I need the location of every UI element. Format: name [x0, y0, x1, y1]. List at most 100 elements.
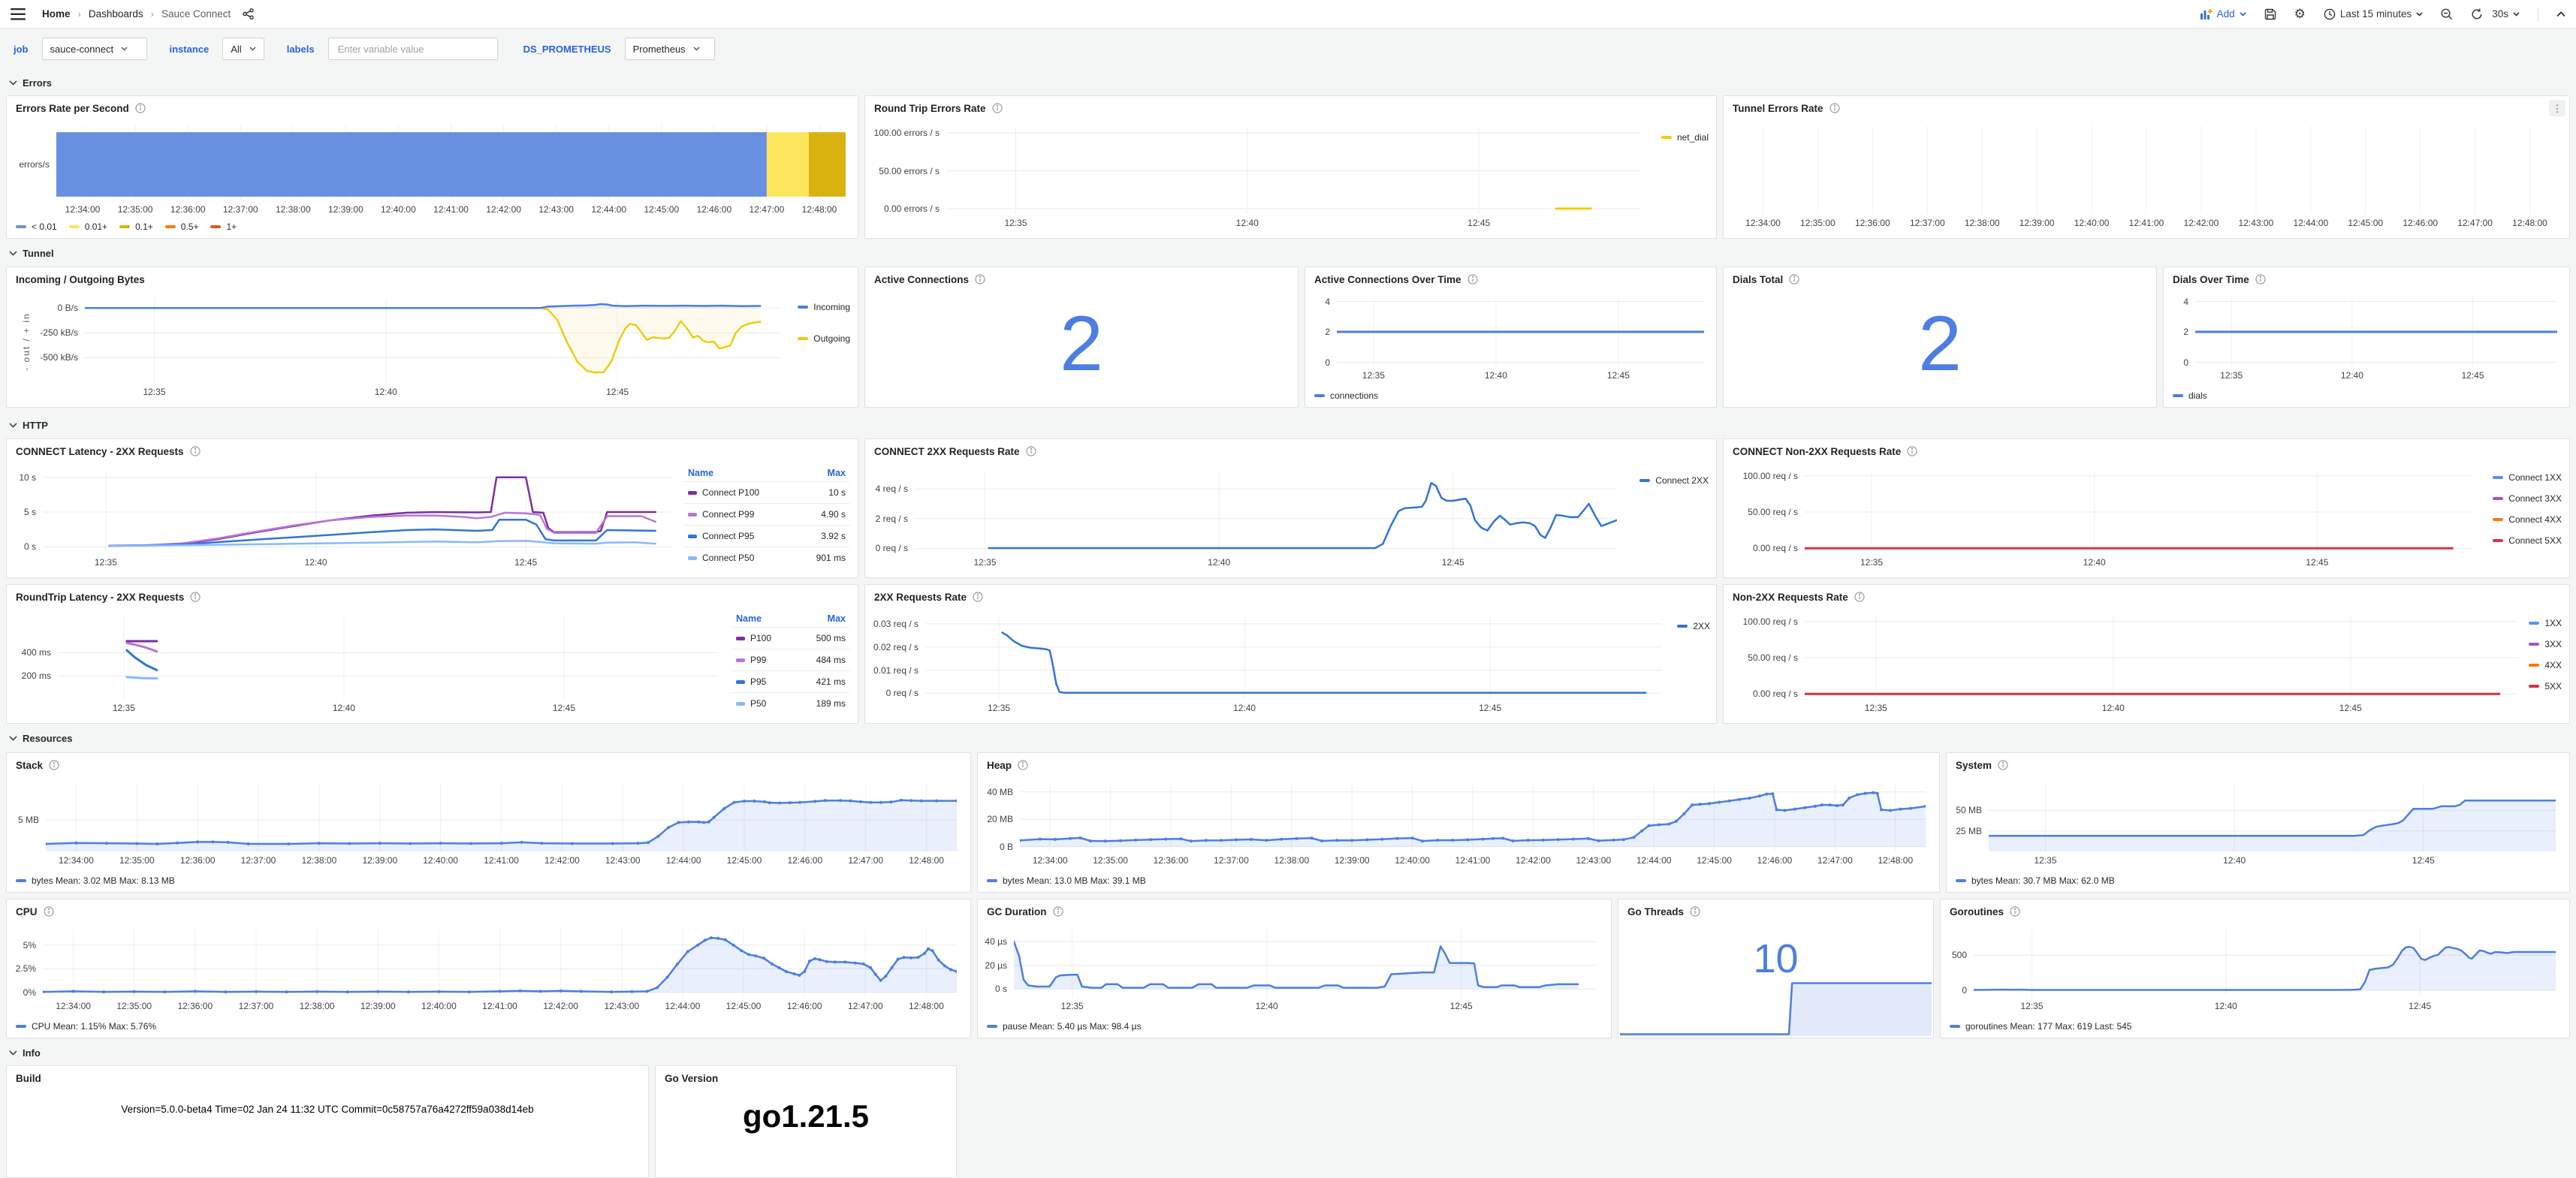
section-resources[interactable]: Resources — [9, 731, 72, 746]
legend-row[interactable]: Connect P994.90 s — [683, 504, 850, 526]
panel-title[interactable]: 2XX Requests Rate — [874, 592, 967, 603]
info-icon[interactable] — [973, 592, 983, 602]
add-button[interactable]: Add — [2200, 8, 2246, 20]
section-info[interactable]: Info — [9, 1045, 41, 1060]
legend-item[interactable]: 5XX — [2529, 681, 2562, 691]
share-icon[interactable] — [243, 8, 254, 20]
breadcrumb-dashboards[interactable]: Dashboards — [89, 8, 143, 20]
panel-title[interactable]: Stack — [16, 760, 43, 771]
legend-row[interactable]: Connect P10010 s — [683, 482, 850, 504]
legend-row[interactable]: P100500 ms — [731, 628, 850, 649]
legend-item[interactable]: Connect 1XX — [2493, 472, 2562, 483]
legend-item[interactable]: Connect 4XX — [2493, 514, 2562, 525]
breadcrumb-home[interactable]: Home — [42, 8, 71, 20]
legend-item[interactable]: connections — [1314, 390, 1378, 401]
chart-legend: bytes Mean: 13.0 MB Max: 39.1 MB — [987, 875, 1146, 886]
panel-title[interactable]: Dials Over Time — [2173, 274, 2249, 285]
legend-row[interactable]: Connect P50901 ms — [683, 547, 850, 569]
panel-menu-icon[interactable]: ⋮ — [2549, 100, 2565, 116]
legend-item[interactable]: 2XX — [1677, 621, 1710, 631]
legend-col-max[interactable]: Max — [795, 610, 850, 628]
legend-item[interactable]: Connect 5XX — [2493, 535, 2562, 546]
breadcrumb-separator: › — [78, 8, 81, 20]
section-tunnel[interactable]: Tunnel — [9, 246, 54, 261]
legend-item[interactable]: 1+ — [210, 221, 237, 232]
info-icon[interactable] — [1467, 274, 1478, 285]
legend-item[interactable]: < 0.01 — [16, 221, 57, 232]
legend-col-max[interactable]: Max — [796, 465, 850, 482]
var-instance-select[interactable]: All — [222, 38, 264, 60]
info-icon[interactable] — [992, 103, 1003, 113]
collapse-header-button[interactable] — [2556, 11, 2565, 17]
info-icon[interactable] — [1026, 446, 1036, 456]
save-dashboard-button[interactable] — [2264, 8, 2276, 20]
dashboard-settings-button[interactable]: ⚙ — [2294, 7, 2306, 22]
hamburger-menu-icon[interactable] — [11, 8, 26, 20]
legend-item[interactable]: 3XX — [2529, 639, 2562, 649]
zoom-out-button[interactable] — [2441, 8, 2453, 20]
legend-item[interactable]: 1XX — [2529, 618, 2562, 628]
panel-title[interactable]: CPU — [16, 906, 38, 917]
legend-item[interactable]: pause Mean: 5.40 µs Max: 98.4 µs — [987, 1021, 1142, 1032]
legend-row[interactable]: Connect P953.92 s — [683, 526, 850, 547]
add-panel-icon — [2200, 9, 2213, 20]
section-errors[interactable]: Errors — [9, 75, 52, 90]
panel-title[interactable]: Incoming / Outgoing Bytes — [16, 274, 145, 285]
panel-title[interactable]: Heap — [987, 760, 1012, 771]
panel-title[interactable]: Active Connections Over Time — [1314, 274, 1461, 285]
info-icon[interactable] — [1018, 760, 1028, 770]
info-icon[interactable] — [190, 592, 201, 602]
legend-item[interactable]: bytes Mean: 30.7 MB Max: 62.0 MB — [1956, 875, 2115, 886]
panel-title[interactable]: Errors Rate per Second — [16, 103, 129, 114]
info-icon[interactable] — [1829, 103, 1840, 113]
panel-title[interactable]: Round Trip Errors Rate — [874, 103, 986, 114]
info-icon[interactable] — [1998, 760, 2008, 770]
panel-title[interactable]: GC Duration — [987, 906, 1047, 917]
time-range-picker[interactable]: Last 15 minutes — [2324, 8, 2423, 20]
legend-item[interactable]: bytes Mean: 13.0 MB Max: 39.1 MB — [987, 875, 1146, 886]
legend-item[interactable]: dials — [2173, 390, 2207, 401]
legend-item[interactable]: Incoming — [798, 302, 850, 312]
legend-row[interactable]: P50189 ms — [731, 693, 850, 715]
panel-title[interactable]: Tunnel Errors Rate — [1733, 103, 1823, 114]
info-icon[interactable] — [190, 446, 201, 456]
info-icon[interactable] — [44, 906, 54, 917]
var-labels-input[interactable] — [336, 43, 490, 56]
legend-item[interactable]: goroutines Mean: 177 Max: 619 Last: 545 — [1950, 1021, 2131, 1032]
panel-title[interactable]: CONNECT Latency - 2XX Requests — [16, 446, 184, 457]
info-icon[interactable] — [2010, 906, 2020, 917]
panel-title[interactable]: CONNECT Non-2XX Requests Rate — [1733, 446, 1901, 457]
panel-title[interactable]: Goroutines — [1950, 906, 2004, 917]
legend-item[interactable]: 4XX — [2529, 660, 2562, 670]
var-job-select[interactable]: sauce-connect — [42, 38, 147, 60]
legend-item[interactable]: Outgoing — [798, 333, 850, 344]
refresh-button[interactable] — [2471, 8, 2483, 20]
legend-row[interactable]: P95421 ms — [731, 671, 850, 693]
info-icon[interactable] — [1854, 592, 1865, 602]
panel-title[interactable]: System — [1956, 760, 1992, 771]
legend-item[interactable]: 0.1+ — [119, 221, 153, 232]
var-datasource-select[interactable]: Prometheus — [625, 38, 715, 60]
legend-item[interactable]: CPU Mean: 1.15% Max: 5.76% — [16, 1021, 156, 1032]
legend-col-name[interactable]: Name — [683, 465, 796, 482]
legend-item[interactable]: 0.5+ — [165, 221, 199, 232]
info-icon[interactable] — [135, 103, 146, 113]
legend-row[interactable]: P99484 ms — [731, 649, 850, 671]
panel-title[interactable]: RoundTrip Latency - 2XX Requests — [16, 592, 184, 603]
legend-item[interactable]: Connect 2XX — [1639, 475, 1709, 486]
legend-item[interactable]: net_dial — [1661, 132, 1709, 143]
refresh-interval-picker[interactable]: 30s — [2492, 8, 2520, 20]
section-http[interactable]: HTTP — [9, 417, 48, 432]
info-icon[interactable] — [49, 760, 59, 770]
panel-title[interactable]: Non-2XX Requests Rate — [1733, 592, 1848, 603]
legend-item[interactable]: Connect 3XX — [2493, 493, 2562, 504]
panel-title[interactable]: CONNECT 2XX Requests Rate — [874, 446, 1020, 457]
legend-item[interactable]: bytes Mean: 3.02 MB Max: 8.13 MB — [16, 875, 175, 886]
info-icon[interactable] — [1053, 906, 1063, 917]
info-icon[interactable] — [2255, 274, 2266, 285]
legend-item[interactable]: 0.01+ — [69, 221, 107, 232]
legend-col-name[interactable]: Name — [731, 610, 795, 628]
panel-build: Build Version=5.0.0-beta4 Time=02 Jan 24… — [6, 1065, 649, 1178]
info-icon[interactable] — [1907, 446, 1917, 456]
y-tick-label: 0 s — [995, 984, 1007, 994]
